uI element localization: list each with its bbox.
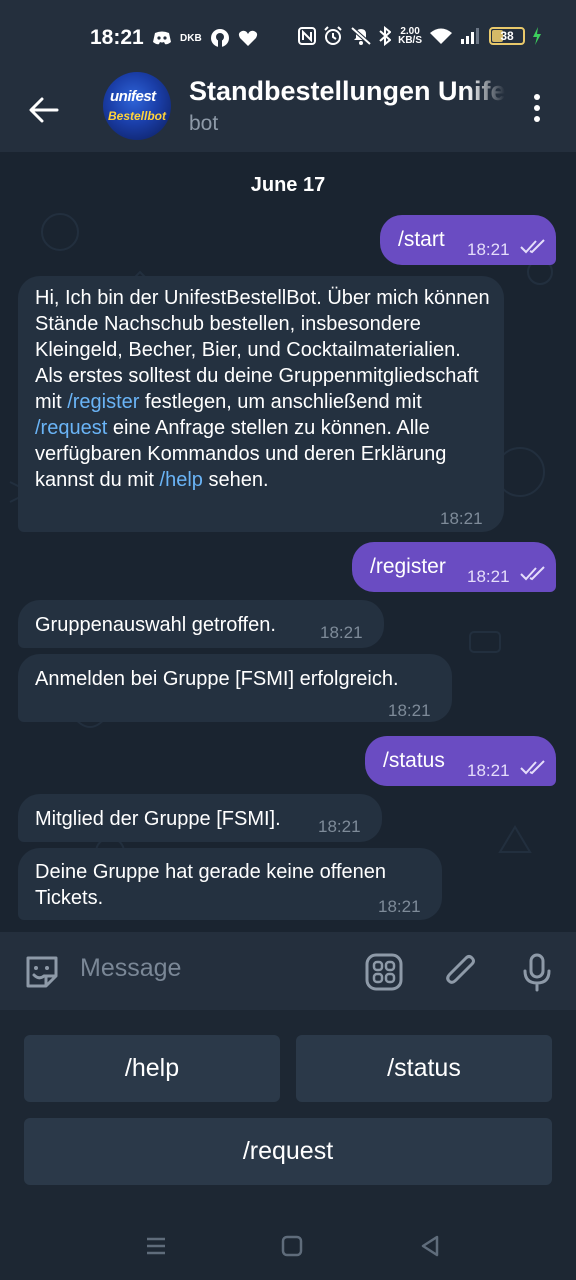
battery-indicator: 38	[489, 27, 525, 45]
message-time: 18:21	[467, 567, 510, 586]
message-text: /status	[383, 749, 445, 772]
message-time: 18:21	[318, 817, 361, 836]
heart-icon	[238, 30, 257, 46]
discord-icon	[153, 31, 171, 45]
command-link-request[interactable]: /request	[35, 417, 107, 439]
message-input[interactable]: Message	[80, 954, 181, 983]
message-incoming[interactable]: Mitglied der Gruppe [FSMI]. 18:21	[18, 794, 382, 842]
command-link-help[interactable]: /help	[160, 469, 203, 491]
message-incoming[interactable]: Hi, Ich bin der UnifestBestellBot. Über …	[18, 276, 504, 532]
bot-keyboard-icon	[365, 953, 403, 991]
chat-area[interactable]: June 17 /start 18:21 Hi, Ich bin der Uni…	[0, 152, 576, 932]
message-time: 18:21	[440, 509, 483, 528]
message-incoming[interactable]: Anmelden bei Gruppe [FSMI] erfolgreich. …	[18, 654, 452, 722]
chat-title[interactable]: Standbestellungen Unifest	[189, 76, 505, 107]
double-check-icon	[520, 239, 545, 254]
bot-reply-keyboard: /help /status /request	[0, 1010, 576, 1210]
github-icon	[210, 29, 229, 47]
message-outgoing[interactable]: /start 18:21	[380, 215, 556, 265]
message-time: 18:21	[467, 761, 510, 780]
alarm-icon	[324, 26, 342, 45]
more-menu-button[interactable]	[522, 90, 552, 126]
avatar-text-top: unifest	[110, 88, 156, 105]
message-text: /register	[370, 555, 446, 578]
message-incoming[interactable]: Gruppenauswahl getroffen. 18:21	[18, 600, 384, 648]
reply-button-request[interactable]: /request	[24, 1118, 552, 1185]
sticker-smile-icon	[26, 956, 58, 988]
wifi-icon	[430, 28, 452, 44]
message-outgoing[interactable]: /status 18:21	[365, 736, 556, 786]
mute-icon	[350, 26, 372, 46]
back-triangle-icon[interactable]	[416, 1232, 444, 1260]
recents-menu-icon[interactable]	[142, 1232, 170, 1260]
chat-subtitle: bot	[189, 112, 219, 135]
command-link-register[interactable]: /register	[67, 391, 139, 413]
message-text: Deine Gruppe hat gerade keine offenen Ti…	[35, 861, 387, 909]
status-time: 18:21	[90, 26, 144, 49]
bot-keyboard-button[interactable]	[364, 952, 404, 992]
more-vert-dot	[534, 116, 540, 122]
date-separator: June 17	[250, 174, 326, 196]
nfc-icon	[298, 27, 317, 45]
double-check-icon	[520, 566, 545, 581]
bluetooth-icon	[379, 26, 392, 46]
signal-icon	[461, 28, 479, 44]
reply-button-help[interactable]: /help	[24, 1035, 280, 1102]
emoji-button[interactable]	[22, 952, 62, 992]
status-left-icons: DKB	[152, 28, 258, 48]
bot-avatar[interactable]: unifest Bestellbot	[103, 72, 171, 140]
microphone-icon	[523, 953, 551, 992]
status-bar: 18:21 DKB 2.00 KB/S 38	[0, 0, 576, 72]
message-time: 18:21	[378, 897, 421, 916]
back-button[interactable]	[24, 90, 64, 130]
message-text: Mitglied der Gruppe [FSMI].	[35, 808, 281, 830]
message-incoming[interactable]: Deine Gruppe hat gerade keine offenen Ti…	[18, 848, 442, 920]
message-text: Hi, Ich bin der UnifestBestellBot. Über …	[35, 287, 490, 491]
net-speed: 2.00 KB/S	[398, 26, 422, 46]
message-time: 18:21	[320, 623, 363, 642]
home-square-icon[interactable]	[278, 1232, 306, 1260]
chat-header: unifest Bestellbot Standbestellungen Uni…	[0, 72, 576, 152]
message-time: 18:21	[467, 240, 510, 259]
avatar-text-bottom: Bestellbot	[108, 109, 167, 123]
charging-icon	[533, 27, 541, 45]
message-outgoing[interactable]: /register 18:21	[352, 542, 556, 592]
reply-button-status[interactable]: /status	[296, 1035, 552, 1102]
double-check-icon	[520, 760, 545, 775]
more-vert-icon	[534, 94, 540, 100]
system-nav-bar	[0, 1210, 576, 1280]
message-text: Anmelden bei Gruppe [FSMI] erfolgreich.	[35, 668, 399, 690]
arrow-left-icon	[29, 97, 59, 123]
microphone-button[interactable]	[518, 952, 558, 992]
message-composer: Message	[0, 932, 576, 1010]
more-vert-dot	[534, 105, 540, 111]
paperclip-icon	[446, 955, 475, 984]
attach-button[interactable]	[440, 952, 480, 992]
status-right-icons: 2.00 KB/S 38	[298, 26, 542, 46]
message-time: 18:21	[388, 701, 431, 720]
carrier-label: DKB	[180, 32, 202, 44]
message-text: Gruppenauswahl getroffen.	[35, 614, 276, 636]
message-text: /start	[398, 228, 445, 251]
